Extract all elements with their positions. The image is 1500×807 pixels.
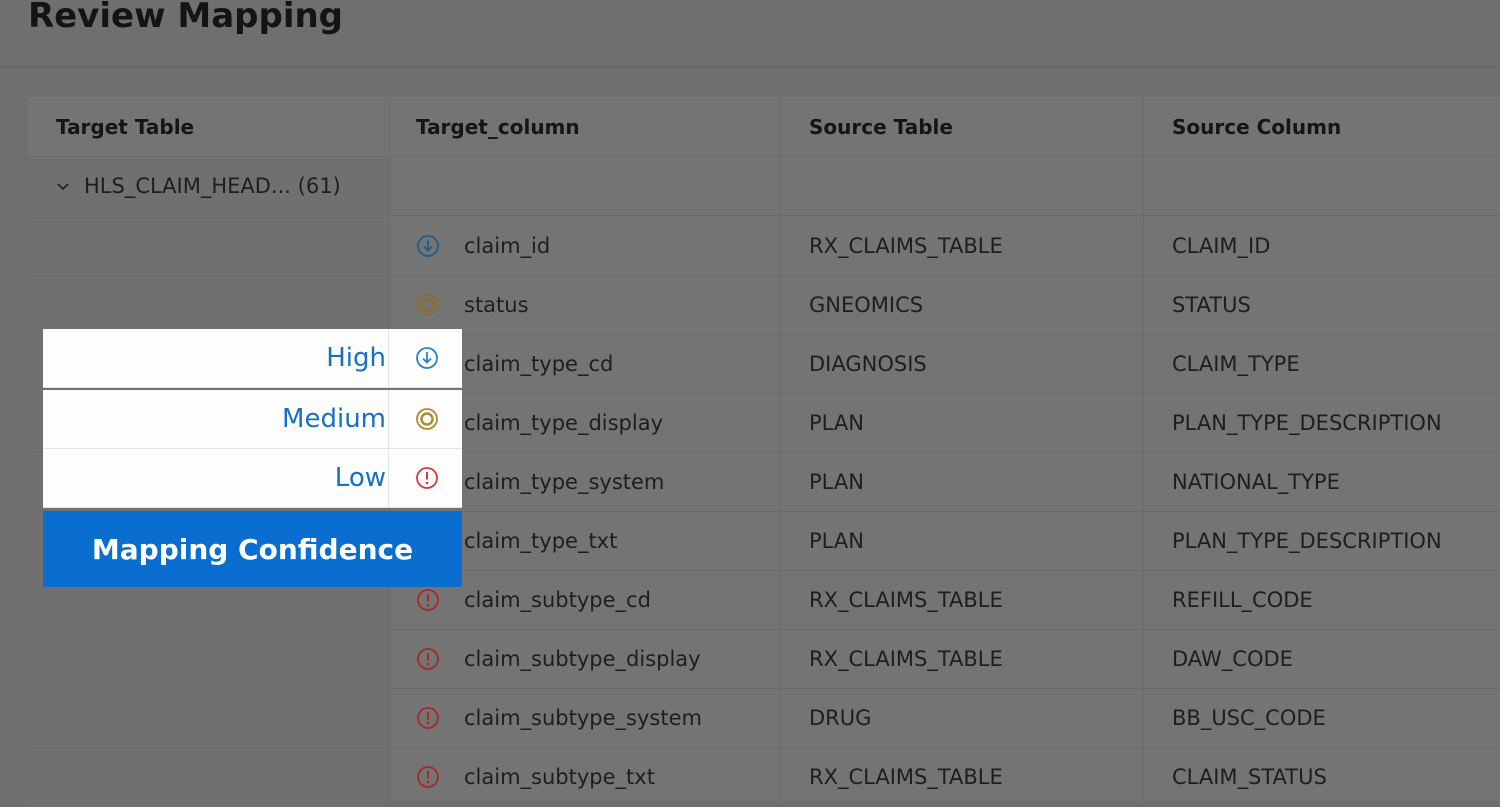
table-row[interactable]: claim_subtype_display RX_CLAIMS_TABLE DAW_… xyxy=(28,630,1500,689)
target-column-cell[interactable]: status xyxy=(390,276,781,334)
source-column-cell[interactable]: CLAIM_ID xyxy=(1144,217,1500,275)
source-table-cell[interactable]: RX_CLAIMS_TABLE xyxy=(781,748,1144,806)
table-row[interactable]: claim_subtype_system DRUG BB_USC_CODE xyxy=(28,689,1500,748)
chevron-down-icon[interactable] xyxy=(56,177,70,196)
alert-circle-icon xyxy=(416,588,440,612)
source-table-cell[interactable]: RX_CLAIMS_TABLE xyxy=(781,571,1144,629)
legend-label-high: High xyxy=(43,329,389,387)
source-table-cell[interactable]: RX_CLAIMS_TABLE xyxy=(781,217,1144,275)
group-empty-cell xyxy=(1144,157,1500,215)
group-row[interactable]: HLS_CLAIM_HEAD... (61) xyxy=(28,157,1500,216)
header-target-table[interactable]: Target Table xyxy=(28,97,390,156)
target-column-name: claim_id xyxy=(464,234,551,258)
group-empty-cell xyxy=(390,157,781,215)
target-table-cell xyxy=(28,630,390,688)
legend-item-high: High xyxy=(43,329,462,388)
target-column-name: claim_subtype_cd xyxy=(464,588,651,612)
target-column-name: claim_type_display xyxy=(464,411,664,435)
source-table-cell[interactable]: PLAN xyxy=(781,453,1144,511)
legend-label-medium: Medium xyxy=(43,390,389,448)
target-column-name: claim_type_txt xyxy=(464,529,618,553)
target-column-name: status xyxy=(464,293,529,317)
source-column-cell[interactable]: PLAN_TYPE_DESCRIPTION xyxy=(1144,394,1500,452)
alert-circle-icon xyxy=(415,466,439,490)
source-column-cell[interactable]: CLAIM_STATUS xyxy=(1144,748,1500,806)
source-table-cell[interactable]: DIAGNOSIS xyxy=(781,335,1144,393)
header-source-column[interactable]: Source Column xyxy=(1144,97,1500,156)
source-table-cell[interactable]: DRUG xyxy=(781,689,1144,747)
legend-label-low: Low xyxy=(43,449,389,507)
group-cell[interactable]: HLS_CLAIM_HEAD... (61) xyxy=(28,157,390,215)
source-table-cell[interactable]: GNEOMICS xyxy=(781,276,1144,334)
target-icon xyxy=(415,407,439,431)
legend-title: Mapping Confidence xyxy=(43,511,462,587)
legend-item-medium: Medium xyxy=(43,390,462,449)
source-column-cell[interactable]: STATUS xyxy=(1144,276,1500,334)
source-column-cell[interactable]: CLAIM_TYPE xyxy=(1144,335,1500,393)
page-title: Review Mapping xyxy=(28,0,344,36)
group-empty-cell xyxy=(781,157,1144,215)
table-row[interactable]: claim_id RX_CLAIMS_TABLE CLAIM_ID xyxy=(28,217,1500,276)
source-column-cell[interactable]: BB_USC_CODE xyxy=(1144,689,1500,747)
group-label: HLS_CLAIM_HEAD... (61) xyxy=(84,174,341,198)
source-column-cell[interactable]: REFILL_CODE xyxy=(1144,571,1500,629)
target-column-name: claim_subtype_display xyxy=(464,647,701,671)
target-table-cell xyxy=(28,276,390,334)
source-table-cell[interactable]: PLAN xyxy=(781,394,1144,452)
source-column-cell[interactable]: DAW_CODE xyxy=(1144,630,1500,688)
mapping-confidence-legend: High Medium Low Mapping Confidence xyxy=(43,329,462,587)
target-column-name: claim_type_system xyxy=(464,470,665,494)
table-header-row: Target Table Target_column Source Table … xyxy=(28,97,1500,157)
alert-circle-icon xyxy=(416,765,440,789)
target-icon xyxy=(416,293,440,317)
target-column-name: claim_subtype_system xyxy=(464,706,702,730)
target-column-cell[interactable]: claim_subtype_txt xyxy=(390,748,781,806)
header-source-table[interactable]: Source Table xyxy=(781,97,1144,156)
table-row[interactable]: claim_subtype_txt RX_CLAIMS_TABLE CLAIM_ST… xyxy=(28,748,1500,807)
arrow-down-circle-icon xyxy=(416,234,440,258)
target-table-cell xyxy=(28,689,390,747)
target-column-cell[interactable]: claim_subtype_system xyxy=(390,689,781,747)
target-column-name: claim_subtype_txt xyxy=(464,765,655,789)
source-column-cell[interactable]: NATIONAL_TYPE xyxy=(1144,453,1500,511)
source-column-cell[interactable]: PLAN_TYPE_DESCRIPTION xyxy=(1144,512,1500,570)
legend-item-low: Low xyxy=(43,449,462,508)
arrow-down-circle-icon xyxy=(415,346,439,370)
source-table-cell[interactable]: PLAN xyxy=(781,512,1144,570)
table-row[interactable]: status GNEOMICS STATUS xyxy=(28,276,1500,335)
target-column-cell[interactable]: claim_subtype_display xyxy=(390,630,781,688)
target-table-cell xyxy=(28,217,390,275)
title-divider xyxy=(0,66,1500,68)
target-table-cell xyxy=(28,748,390,806)
target-column-name: claim_type_cd xyxy=(464,352,614,376)
alert-circle-icon xyxy=(416,647,440,671)
header-target-column[interactable]: Target_column xyxy=(390,97,781,156)
source-table-cell[interactable]: RX_CLAIMS_TABLE xyxy=(781,630,1144,688)
target-column-cell[interactable]: claim_id xyxy=(390,217,781,275)
alert-circle-icon xyxy=(416,706,440,730)
